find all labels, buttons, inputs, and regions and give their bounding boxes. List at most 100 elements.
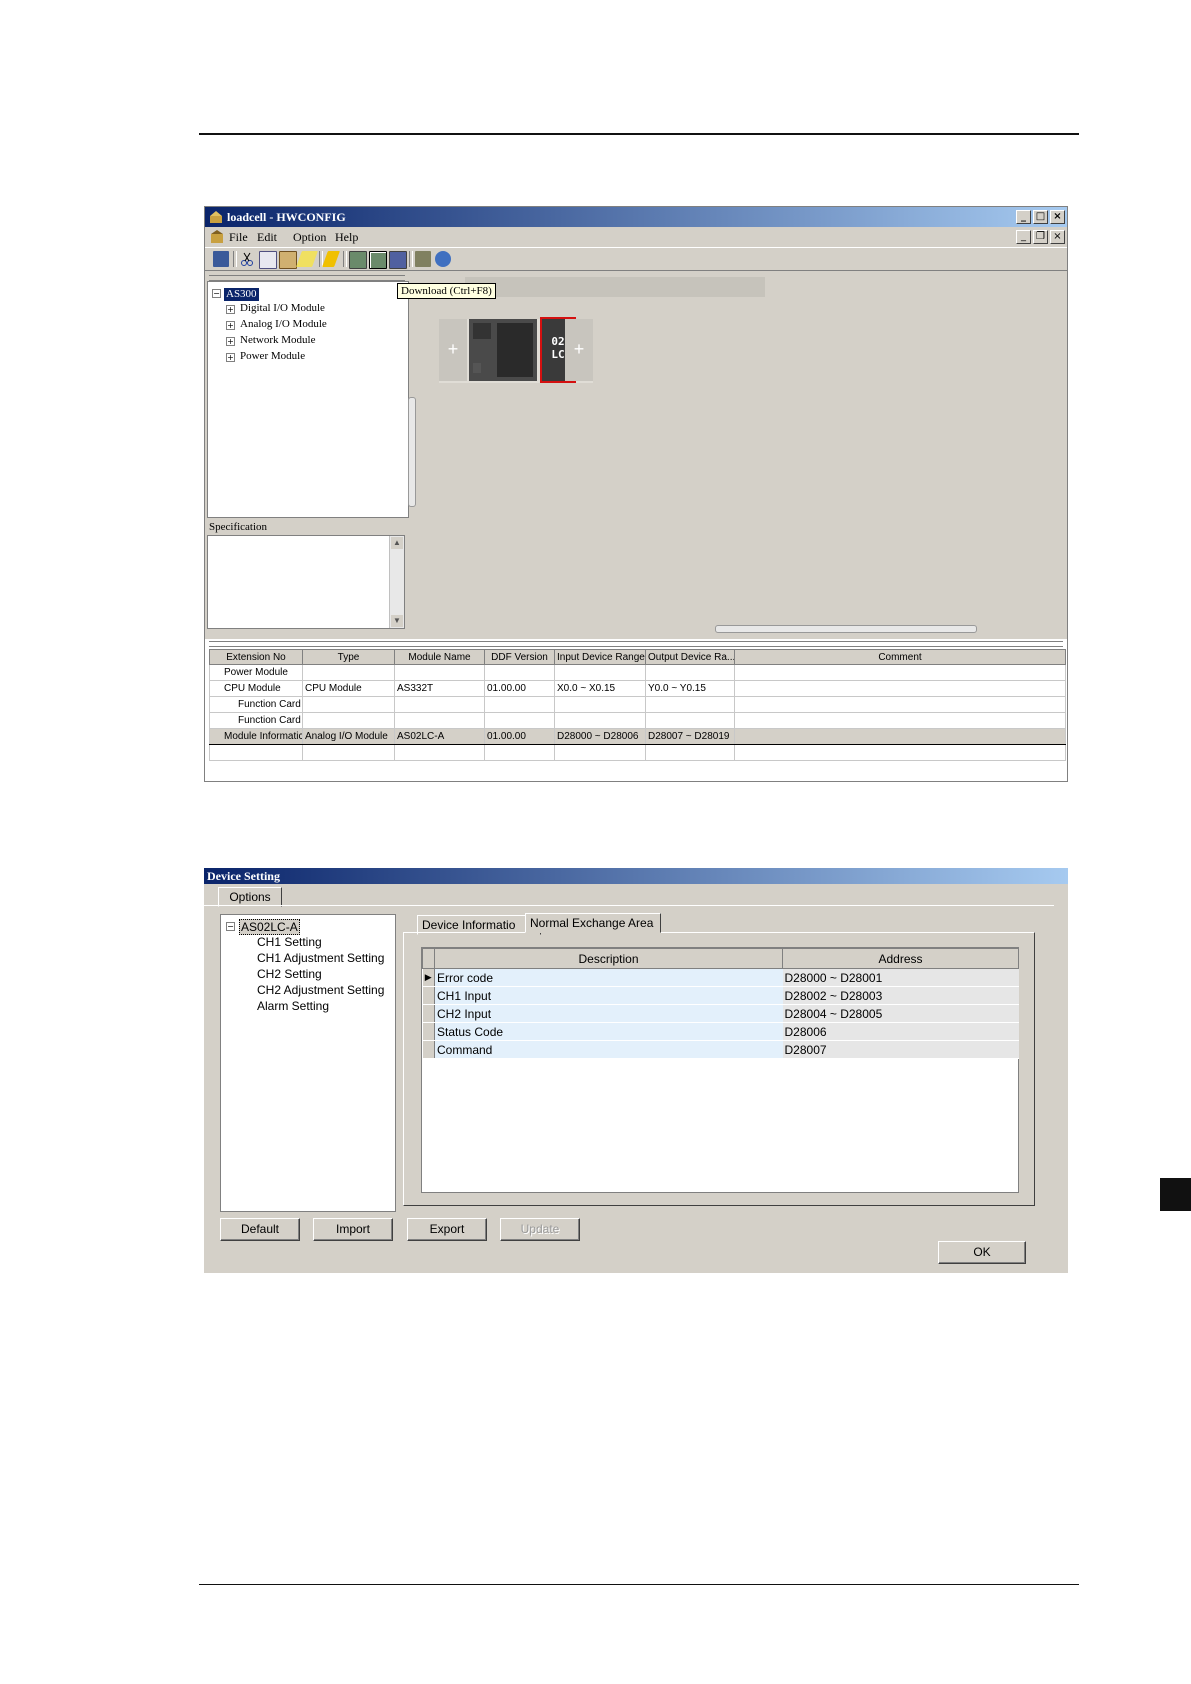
tree-item-ch1-setting[interactable]: CH1 Setting bbox=[257, 935, 322, 949]
table-row-selected[interactable]: Module Informatic Analog I/O Module AS02LC… bbox=[209, 728, 1066, 745]
col-input-range[interactable]: Input Device Range bbox=[554, 649, 646, 665]
maximize-button[interactable]: □ bbox=[1033, 210, 1048, 224]
col-comment[interactable]: Comment bbox=[734, 649, 1066, 665]
eraser-icon[interactable] bbox=[296, 251, 318, 267]
tree-item-power[interactable]: Power Module bbox=[240, 350, 305, 362]
col-output-range[interactable]: Output Device Ra... bbox=[645, 649, 735, 665]
cut-icon[interactable] bbox=[239, 251, 255, 267]
cell-address: D28000 ~ D28001 bbox=[782, 968, 1019, 987]
copy-icon[interactable] bbox=[259, 251, 277, 269]
tree-item-ch1-adjustment[interactable]: CH1 Adjustment Setting bbox=[257, 951, 384, 965]
table-row[interactable]: Command D28007 bbox=[422, 1040, 1019, 1059]
table-row[interactable]: CH2 Input D28004 ~ D28005 bbox=[422, 1004, 1019, 1023]
import-button[interactable]: Import bbox=[313, 1218, 393, 1241]
menu-file[interactable]: File bbox=[229, 230, 248, 245]
collapse-icon[interactable]: − bbox=[226, 922, 235, 931]
specification-label: Specification bbox=[209, 521, 268, 533]
cell: 01.00.00 bbox=[484, 728, 555, 745]
col-type[interactable]: Type bbox=[302, 649, 395, 665]
online-icon[interactable] bbox=[389, 251, 407, 269]
ok-button[interactable]: OK bbox=[938, 1241, 1026, 1264]
expand-icon[interactable]: + bbox=[226, 353, 235, 362]
cell bbox=[394, 696, 485, 713]
specification-box: ▲ ▼ bbox=[207, 535, 405, 629]
cell bbox=[734, 680, 1066, 697]
table-row[interactable]: CH1 Input D28002 ~ D28003 bbox=[422, 986, 1019, 1005]
tree-item-ch2-adjustment[interactable]: CH2 Adjustment Setting bbox=[257, 983, 384, 997]
menu-help[interactable]: Help bbox=[335, 230, 358, 245]
col-module-name[interactable]: Module Name bbox=[394, 649, 485, 665]
tree-item-network[interactable]: Network Module bbox=[240, 334, 315, 346]
export-button[interactable]: Export bbox=[407, 1218, 487, 1241]
table-row[interactable]: Function Card bbox=[209, 712, 1066, 729]
save-icon[interactable] bbox=[213, 251, 229, 267]
close-button[interactable]: × bbox=[1050, 210, 1065, 224]
child-minimize-button[interactable]: _ bbox=[1016, 230, 1031, 244]
add-right-slot-button[interactable]: + bbox=[565, 319, 593, 381]
toolbar bbox=[205, 247, 1067, 271]
cell bbox=[554, 712, 646, 729]
tree-item-digital-io[interactable]: Digital I/O Module bbox=[240, 302, 325, 314]
tree-item-ch2-setting[interactable]: CH2 Setting bbox=[257, 967, 322, 981]
tab-divider bbox=[204, 905, 1054, 906]
toolbar-separator bbox=[409, 251, 413, 267]
table-row[interactable]: Status Code D28006 bbox=[422, 1022, 1019, 1041]
col-address[interactable]: Address bbox=[782, 948, 1019, 969]
table-row[interactable] bbox=[209, 744, 1066, 761]
tree-item-alarm-setting[interactable]: Alarm Setting bbox=[257, 999, 329, 1013]
page-bottom-rule bbox=[199, 1584, 1079, 1585]
child-close-button[interactable]: × bbox=[1050, 230, 1065, 244]
tree-root-as300[interactable]: AS300 bbox=[224, 288, 259, 301]
tab-normal-exchange-area[interactable]: Normal Exchange Area bbox=[525, 913, 661, 933]
cpu-module-image[interactable] bbox=[469, 319, 537, 381]
cell bbox=[734, 728, 1066, 745]
upload-icon[interactable] bbox=[349, 251, 367, 269]
cell bbox=[554, 696, 646, 713]
tree-item-analog-io[interactable]: Analog I/O Module bbox=[240, 318, 327, 330]
child-restore-button[interactable]: ❐ bbox=[1033, 230, 1048, 244]
default-button[interactable]: Default bbox=[220, 1218, 300, 1241]
cell: Function Card bbox=[209, 712, 303, 729]
paste-icon[interactable] bbox=[279, 251, 297, 269]
cell: 01.00.00 bbox=[484, 680, 555, 697]
vertical-splitter[interactable] bbox=[408, 397, 416, 507]
collapse-icon[interactable]: − bbox=[212, 289, 221, 298]
cell: CPU Module bbox=[302, 680, 395, 697]
update-button[interactable]: Update bbox=[500, 1218, 580, 1241]
expand-icon[interactable]: + bbox=[226, 305, 235, 314]
scroll-up-icon[interactable]: ▲ bbox=[391, 537, 403, 549]
cell bbox=[484, 664, 555, 681]
table-row[interactable]: Function Card bbox=[209, 696, 1066, 713]
table-row[interactable]: ▶ Error code D28000 ~ D28001 bbox=[422, 968, 1019, 987]
cell: X0.0 ~ X0.15 bbox=[554, 680, 646, 697]
table-row[interactable]: CPU Module CPU Module AS332T 01.00.00 X0.0 ~… bbox=[209, 680, 1066, 697]
cell-address: D28004 ~ D28005 bbox=[782, 1004, 1019, 1023]
scan-icon[interactable] bbox=[415, 251, 431, 267]
col-extension-no[interactable]: Extension No bbox=[209, 649, 303, 665]
cell bbox=[394, 744, 485, 761]
expand-icon[interactable]: + bbox=[226, 337, 235, 346]
col-ddf-version[interactable]: DDF Version bbox=[484, 649, 555, 665]
tab-options[interactable]: Options bbox=[218, 887, 282, 907]
pencil-icon[interactable] bbox=[322, 251, 340, 267]
menu-edit[interactable]: Edit bbox=[257, 230, 277, 245]
scroll-down-icon[interactable]: ▼ bbox=[391, 615, 403, 627]
tree-root-as02lc[interactable]: AS02LC-A bbox=[239, 919, 300, 935]
spec-scrollbar[interactable]: ▲ ▼ bbox=[389, 536, 404, 628]
add-left-slot-button[interactable]: + bbox=[439, 319, 467, 381]
menu-option[interactable]: Option bbox=[293, 230, 326, 245]
cell-description: CH1 Input bbox=[434, 986, 783, 1005]
exchange-table: Description Address ▶ Error code D28000 … bbox=[422, 948, 1019, 1059]
module-grid-panel: Extension No Type Module Name DDF Versio… bbox=[205, 639, 1067, 781]
connect-icon[interactable] bbox=[435, 251, 451, 267]
minimize-button[interactable]: _ bbox=[1016, 210, 1031, 224]
col-description[interactable]: Description bbox=[434, 948, 783, 969]
table-row[interactable]: Power Module bbox=[209, 664, 1066, 681]
grid-grip[interactable] bbox=[209, 641, 1063, 647]
download-tooltip: Download (Ctrl+F8) bbox=[397, 283, 496, 299]
expand-icon[interactable]: + bbox=[226, 321, 235, 330]
download-icon[interactable] bbox=[369, 251, 387, 269]
module-tree-panel: − AS300 + Digital I/O Module + Analog I/… bbox=[207, 281, 409, 518]
canvas-scroll-handle[interactable] bbox=[715, 625, 977, 633]
device-setting-window: Device Setting Options − AS02LC-A CH1 Se… bbox=[204, 868, 1068, 1273]
